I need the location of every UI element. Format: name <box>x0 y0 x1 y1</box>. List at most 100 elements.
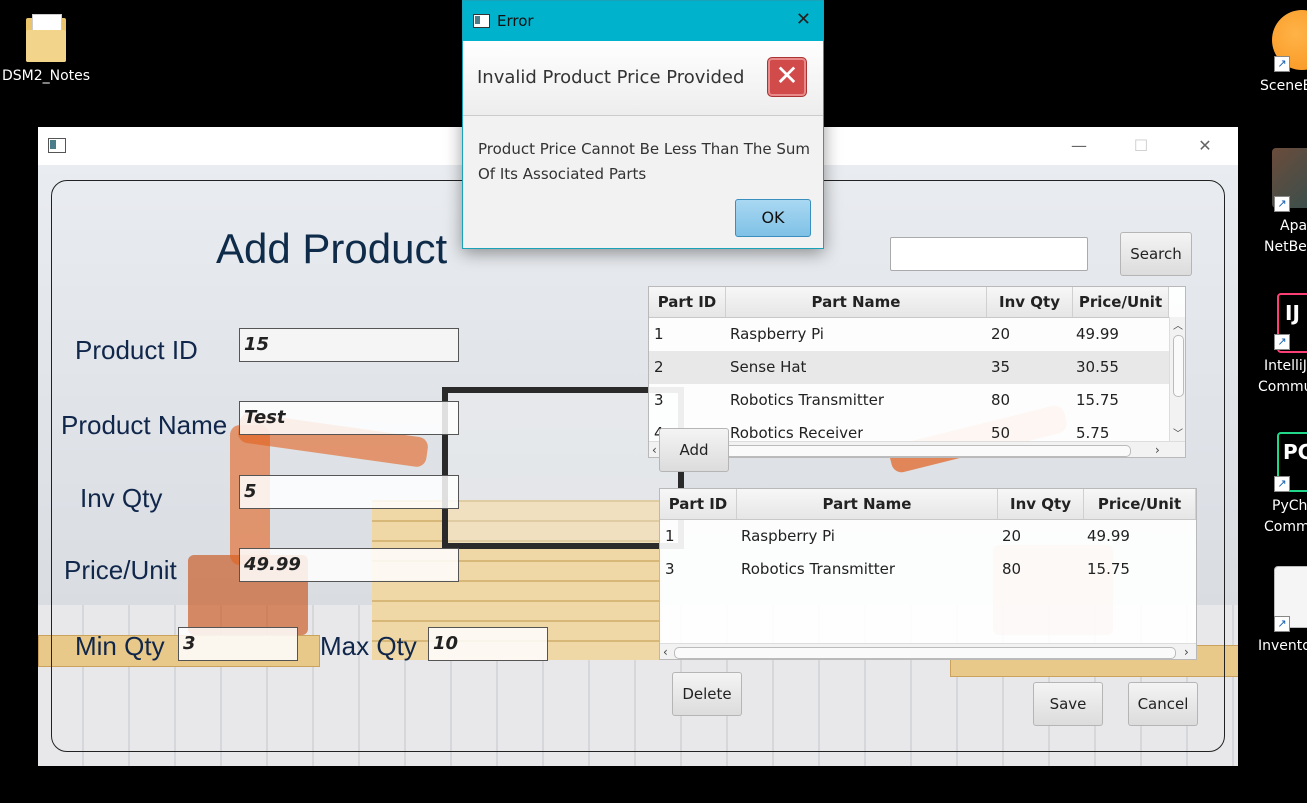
associated-table-header: Part ID Part Name Inv Qty Price/Unit <box>660 489 1196 520</box>
price-label: Price/Unit <box>64 555 177 585</box>
desktop-label-scenebuilder: SceneB <box>1260 78 1307 94</box>
cell-inv-qty: 80 <box>991 391 1011 409</box>
scroll-up-icon[interactable]: ︿ <box>1173 317 1183 332</box>
scroll-right-icon[interactable]: › <box>1184 644 1189 659</box>
table-row[interactable]: 3 Robotics Transmitter 80 15.75 <box>649 384 1169 417</box>
column-header-price[interactable]: Price/Unit <box>1073 287 1169 317</box>
ok-button[interactable]: OK <box>735 199 811 237</box>
cell-price: 5.75 <box>1076 424 1110 441</box>
cell-part-name: Raspberry Pi <box>730 325 824 343</box>
dialog-title: Error <box>497 12 534 30</box>
parts-table-header: Part ID Part Name Inv Qty Price/Unit <box>649 287 1169 318</box>
column-header-part-id[interactable]: Part ID <box>660 489 737 519</box>
column-header-inv-qty[interactable]: Inv Qty <box>987 287 1073 317</box>
desktop-label-apache: Apa <box>1280 218 1307 234</box>
dialog-close-button[interactable]: ✕ <box>796 9 811 30</box>
error-dialog: Error ✕ Invalid Product Price Provided ✕… <box>462 0 824 249</box>
minimize-button[interactable]: — <box>1064 133 1094 159</box>
close-button[interactable]: ✕ <box>1190 133 1220 159</box>
form-background: Add Product Product ID 15 Product Name T… <box>38 165 1238 766</box>
column-header-part-name[interactable]: Part Name <box>726 287 987 317</box>
cell-price: 15.75 <box>1076 391 1119 409</box>
cell-inv-qty: 20 <box>1002 527 1022 545</box>
folder-icon <box>24 12 68 64</box>
cell-part-id: 1 <box>665 527 675 545</box>
column-header-price[interactable]: Price/Unit <box>1084 489 1196 519</box>
cell-part-id: 3 <box>654 391 664 409</box>
scroll-left-icon[interactable]: ‹ <box>652 442 657 457</box>
save-button[interactable]: Save <box>1033 682 1103 726</box>
inv-qty-label: Inv Qty <box>80 483 163 513</box>
cell-price: 49.99 <box>1087 527 1130 545</box>
column-header-part-id[interactable]: Part ID <box>649 287 726 317</box>
min-qty-label: Min Qty <box>75 631 165 661</box>
shortcut-arrow-icon: ↗ <box>1274 196 1290 212</box>
scrollbar-thumb[interactable] <box>674 647 1176 659</box>
dialog-header: Invalid Product Price Provided ✕ <box>463 41 823 116</box>
associated-table-horizontal-scrollbar[interactable]: ‹ › <box>660 643 1196 659</box>
page-title: Add Product <box>216 225 448 272</box>
delete-part-button[interactable]: Delete <box>672 672 742 716</box>
inv-qty-field[interactable]: 5 <box>239 475 459 509</box>
search-input[interactable] <box>890 237 1088 271</box>
shortcut-arrow-icon: ↗ <box>1274 56 1290 72</box>
cell-inv-qty: 50 <box>991 424 1011 441</box>
scroll-right-icon[interactable]: › <box>1155 442 1160 457</box>
intellij-badge: IJ <box>1285 301 1300 325</box>
dialog-message: Product Price Cannot Be Less Than The Su… <box>478 140 811 183</box>
cell-part-name: Robotics Transmitter <box>741 560 896 578</box>
add-part-button[interactable]: Add <box>659 428 729 472</box>
maximize-button[interactable]: ☐ <box>1126 133 1156 159</box>
cell-part-id: 2 <box>654 358 664 376</box>
desktop-label-netbeans: NetBe <box>1264 239 1307 255</box>
cancel-button[interactable]: Cancel <box>1128 682 1198 726</box>
desktop-icon-label: DSM2_Notes <box>1 68 91 84</box>
product-name-field[interactable]: Test <box>239 401 459 435</box>
associated-parts-table[interactable]: Part ID Part Name Inv Qty Price/Unit 1 R… <box>659 488 1197 660</box>
scrollbar-thumb[interactable] <box>663 445 1131 457</box>
price-field[interactable]: 49.99 <box>239 548 459 582</box>
desktop-label-intellij-community: Commu <box>1258 379 1307 395</box>
parts-table-vertical-scrollbar[interactable]: ︿ ﹀ <box>1169 317 1185 441</box>
product-id-label: Product ID <box>75 335 198 365</box>
table-row[interactable]: 3 Robotics Transmitter 80 15.75 <box>660 553 1196 586</box>
cell-part-name: Raspberry Pi <box>741 527 835 545</box>
cell-part-name: Sense Hat <box>730 358 807 376</box>
cell-part-name: Robotics Transmitter <box>730 391 885 409</box>
cell-price: 15.75 <box>1087 560 1130 578</box>
parts-table-horizontal-scrollbar[interactable]: ‹ › <box>649 441 1185 457</box>
search-button[interactable]: Search <box>1120 232 1192 276</box>
pycharm-badge: PC <box>1283 440 1307 464</box>
scrollbar-thumb[interactable] <box>1173 335 1184 397</box>
table-row[interactable]: 2 Sense Hat 35 30.55 <box>649 351 1169 384</box>
column-header-inv-qty[interactable]: Inv Qty <box>998 489 1084 519</box>
cell-price: 30.55 <box>1076 358 1119 376</box>
table-row[interactable]: 1 Raspberry Pi 20 49.99 <box>660 520 1196 553</box>
cell-inv-qty: 35 <box>991 358 1011 376</box>
product-name-label: Product Name <box>61 410 228 440</box>
error-icon: ✕ <box>767 57 807 97</box>
desktop-label-inventory: Invento <box>1258 638 1307 654</box>
max-qty-field[interactable]: 10 <box>428 627 548 661</box>
scroll-down-icon[interactable]: ﹀ <box>1173 425 1183 440</box>
shortcut-arrow-icon: ↗ <box>1274 334 1290 350</box>
dialog-header-text: Invalid Product Price Provided <box>477 67 745 88</box>
desktop-label-intellij: IntelliJ <box>1264 358 1307 374</box>
shortcut-arrow-icon: ↗ <box>1274 476 1290 492</box>
app-window-icon <box>48 138 66 153</box>
scroll-left-icon[interactable]: ‹ <box>663 644 668 659</box>
desktop-icon-dsm2-notes[interactable]: DSM2_Notes <box>0 12 92 84</box>
cell-inv-qty: 20 <box>991 325 1011 343</box>
desktop-label-pycharm-community: Comm <box>1264 519 1307 535</box>
cell-part-id: 3 <box>665 560 675 578</box>
column-header-part-name[interactable]: Part Name <box>737 489 998 519</box>
product-id-field[interactable]: 15 <box>239 328 459 362</box>
cell-part-id: 1 <box>654 325 664 343</box>
max-qty-label: Max Qty <box>320 631 417 661</box>
min-qty-field[interactable]: 3 <box>178 627 298 661</box>
table-row[interactable]: 1 Raspberry Pi 20 49.99 <box>649 318 1169 351</box>
dialog-titlebar: Error ✕ <box>463 1 823 41</box>
cell-part-name: Robotics Receiver <box>730 424 864 441</box>
desktop-label-pycharm: PyCh <box>1272 498 1307 514</box>
cell-price: 49.99 <box>1076 325 1119 343</box>
